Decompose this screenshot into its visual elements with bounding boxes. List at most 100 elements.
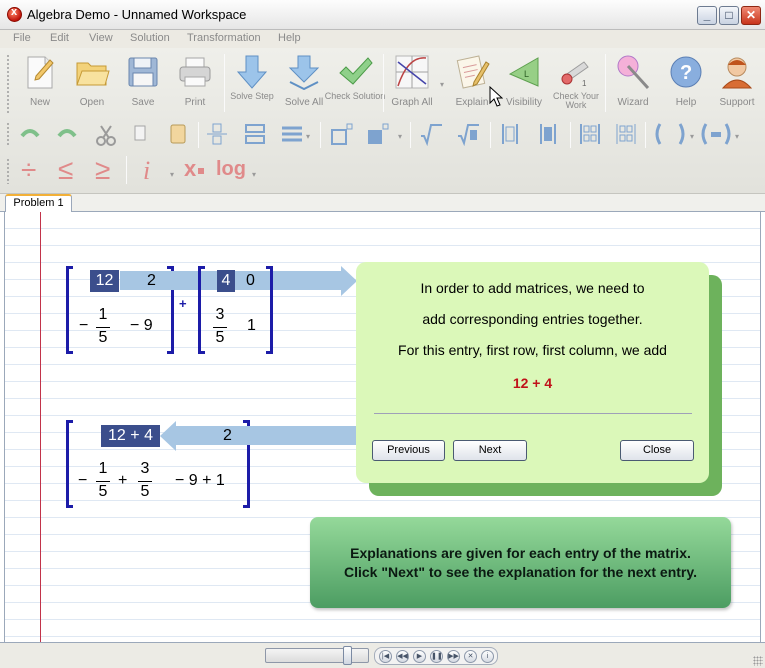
menu-help[interactable]: Help — [278, 32, 301, 44]
resize-grip[interactable] — [753, 656, 763, 666]
undo-icon[interactable] — [18, 122, 42, 146]
menu-edit[interactable]: Edit — [50, 32, 69, 44]
playback-slider[interactable] — [265, 648, 369, 663]
power-dropdown-icon[interactable]: ▾ — [398, 132, 402, 141]
copy-icon[interactable] — [130, 122, 154, 146]
menu-solution[interactable]: Solution — [130, 32, 170, 44]
toolbar-separator — [570, 122, 571, 148]
print-button[interactable]: Print — [170, 52, 220, 114]
split-fraction-icon[interactable] — [205, 122, 229, 146]
playback-slider-thumb[interactable] — [343, 646, 352, 665]
down-arrows-all-icon — [288, 55, 320, 90]
align-dropdown-icon[interactable]: ▾ — [306, 132, 310, 141]
check-solution-button[interactable]: Check Solution — [325, 52, 385, 114]
graph-all-label: Graph All — [391, 97, 433, 108]
greater-equal-button[interactable]: ≥ — [95, 154, 110, 186]
matrix-icon[interactable] — [578, 122, 602, 146]
skip-start-icon[interactable]: |◀ — [379, 650, 392, 663]
result-r1c1-cell[interactable]: 12 + 4 — [101, 425, 160, 447]
parentheses-filled-dropdown-icon[interactable]: ▾ — [735, 132, 739, 141]
play-icon[interactable]: ▶ — [413, 650, 426, 663]
square-root-icon[interactable] — [419, 122, 443, 146]
align-rows-icon[interactable] — [280, 122, 304, 146]
explanation-panel: In order to add matrices, we need to add… — [356, 262, 709, 483]
paste-icon[interactable] — [166, 122, 190, 146]
solve-all-button[interactable]: Solve All — [279, 52, 329, 114]
previous-button[interactable]: Previous — [372, 440, 445, 461]
bracket-box-icon[interactable] — [498, 122, 522, 146]
toolbar-grip[interactable] — [6, 122, 10, 146]
support-person-icon — [721, 57, 753, 89]
stop-icon[interactable]: ✕ — [464, 650, 477, 663]
result-arrow-head — [160, 421, 176, 451]
bracket-filled-icon[interactable] — [536, 122, 560, 146]
result-r1c2-cell[interactable]: 2 — [223, 427, 232, 445]
info-icon[interactable]: i — [481, 650, 494, 663]
pause-icon[interactable]: ❚❚ — [430, 650, 443, 663]
result-r2c1-fraction-1[interactable]: 1 5 — [93, 460, 113, 503]
toolbar-separator — [224, 54, 225, 112]
close-button[interactable]: Close — [620, 440, 694, 461]
fast-forward-icon[interactable]: ▶▶ — [447, 650, 460, 663]
hint-line-1: Explanations are given for each entry of… — [350, 545, 691, 561]
parentheses-dropdown-icon[interactable]: ▾ — [690, 132, 694, 141]
rewind-icon[interactable]: ◀◀ — [396, 650, 409, 663]
menu-transformation[interactable]: Transformation — [187, 32, 261, 44]
fraction-bar — [96, 481, 110, 482]
minimize-button[interactable]: _ — [697, 6, 717, 25]
result-r2c2-cell[interactable]: − 9 + 1 — [175, 472, 225, 490]
matrix-b-r1c1-cell[interactable]: 4 — [217, 270, 235, 292]
hint-callout: Explanations are given for each entry of… — [310, 517, 731, 608]
toolbar-grip[interactable] — [6, 158, 10, 184]
menu-view[interactable]: View — [89, 32, 113, 44]
matrix-a-r2c1-fraction[interactable]: 1 5 — [93, 306, 113, 349]
imaginary-i-button[interactable]: i — [143, 156, 150, 186]
support-button[interactable]: Support — [712, 52, 762, 114]
save-button[interactable]: Save — [118, 52, 168, 114]
visibility-button[interactable]: L Visibility — [499, 52, 549, 114]
matrix-a-r2c2-cell[interactable]: − 9 — [130, 317, 153, 335]
cut-icon[interactable] — [94, 124, 118, 148]
superscript-box-icon[interactable] — [330, 122, 354, 146]
graph-all-button[interactable]: Graph All — [387, 52, 437, 114]
close-window-button[interactable]: ✕ — [741, 6, 761, 25]
parentheses-icon[interactable] — [652, 122, 688, 146]
tab-problem-1[interactable]: Problem 1 — [5, 194, 72, 213]
help-button[interactable]: ? Help — [661, 52, 711, 114]
result-r2c1-fraction-2[interactable]: 3 5 — [135, 460, 155, 503]
matrix-plus-operator: + — [179, 296, 187, 311]
determinant-icon[interactable] — [614, 122, 638, 146]
solve-step-button[interactable]: Solve Step — [227, 52, 277, 114]
subscript-x-button[interactable]: x — [184, 156, 196, 182]
menu-file[interactable]: File — [13, 32, 31, 44]
wizard-button[interactable]: Wizard — [608, 52, 658, 114]
matrix-b-r1c2-cell[interactable]: 0 — [246, 272, 255, 290]
parentheses-filled-icon[interactable] — [700, 122, 732, 146]
new-button[interactable]: New — [15, 52, 65, 114]
result-arrow-bar — [175, 426, 360, 445]
toolbar-separator — [126, 156, 127, 184]
explanation-divider — [374, 413, 692, 414]
open-button[interactable]: Open — [67, 52, 117, 114]
graph-dropdown-icon[interactable]: ▾ — [440, 80, 444, 89]
matrix-a-r1c1-cell[interactable]: 12 — [90, 270, 119, 292]
toolbar-separator — [320, 122, 321, 148]
app-icon[interactable] — [7, 6, 22, 22]
less-equal-button[interactable]: ≤ — [58, 154, 73, 186]
maximize-button[interactable]: □ — [719, 6, 739, 25]
matrix-b-r2c2-cell[interactable]: 1 — [247, 317, 256, 335]
toolbar-separator — [645, 122, 646, 148]
next-button[interactable]: Next — [453, 440, 527, 461]
matrix-a-r1c2-cell[interactable]: 2 — [147, 272, 156, 290]
redo-icon[interactable] — [55, 122, 79, 146]
matrix-b-r2c1-fraction[interactable]: 3 5 — [210, 306, 230, 349]
power-box-icon[interactable] — [366, 122, 390, 146]
i-dropdown-icon[interactable]: ▾ — [170, 170, 174, 179]
stack-rows-icon[interactable] — [243, 122, 267, 146]
log-button[interactable]: log — [216, 158, 246, 181]
title-bar: Algebra Demo - Unnamed Workspace _ □ ✕ — [0, 0, 765, 30]
log-dropdown-icon[interactable]: ▾ — [252, 170, 256, 179]
divide-symbol-button[interactable]: ÷ — [21, 154, 36, 186]
nth-root-icon[interactable] — [456, 122, 480, 146]
check-your-work-button[interactable]: 1 Check Your Work — [551, 52, 601, 114]
